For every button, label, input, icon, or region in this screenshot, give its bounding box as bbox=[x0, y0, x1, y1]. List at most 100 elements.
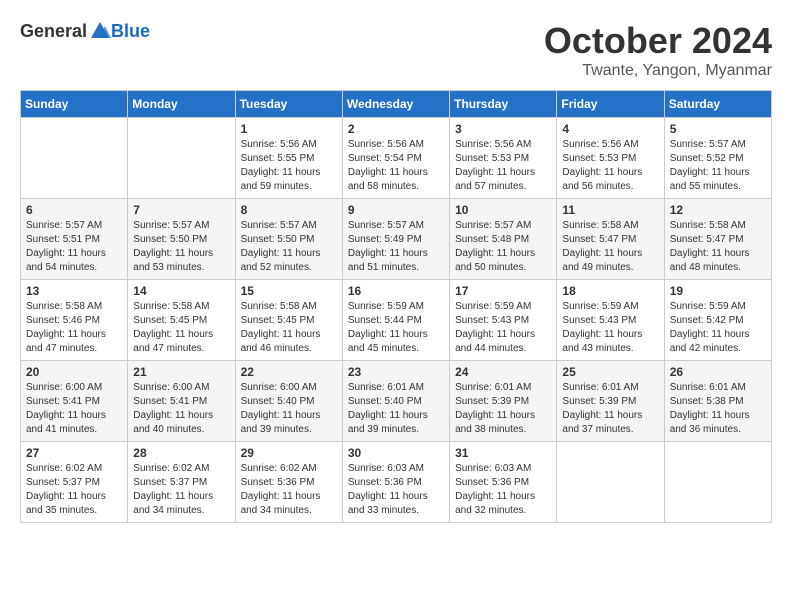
calendar-cell: 8 Sunrise: 5:57 AMSunset: 5:50 PMDaylight… bbox=[235, 199, 342, 280]
day-number: 11 bbox=[562, 203, 658, 217]
logo-text-general: General bbox=[20, 21, 87, 42]
day-number: 20 bbox=[26, 365, 122, 379]
day-info: Sunrise: 6:00 AMSunset: 5:40 PMDaylight:… bbox=[241, 381, 337, 437]
calendar-cell: 16Sunrise: 5:59 AMSunset: 5:44 PMDayligh… bbox=[342, 280, 449, 361]
day-number: 16 bbox=[348, 284, 444, 298]
calendar-cell: 31 Sunrise: 6:03 AMSunset: 5:36 PMDayligh… bbox=[450, 442, 557, 523]
calendar-cell: 26Sunrise: 6:01 AMSunset: 5:38 PMDayligh… bbox=[664, 361, 771, 442]
calendar: SundayMondayTuesdayWednesdayThursdayFrid… bbox=[20, 90, 772, 523]
weekday-header-monday: Monday bbox=[128, 91, 235, 118]
day-number: 9 bbox=[348, 203, 444, 217]
day-number: 24 bbox=[455, 365, 551, 379]
day-info: Sunrise: 5:56 AMSunset: 5:53 PMDaylight:… bbox=[455, 138, 551, 194]
day-number: 31 bbox=[455, 446, 551, 460]
calendar-cell: 15 Sunrise: 5:58 AMSunset: 5:45 PMDayligh… bbox=[235, 280, 342, 361]
day-info: Sunrise: 5:57 AMSunset: 5:50 PMDaylight:… bbox=[241, 219, 337, 275]
day-number: 4 bbox=[562, 122, 658, 136]
day-number: 3 bbox=[455, 122, 551, 136]
title-area: October 2024 Twante, Yangon, Myanmar bbox=[544, 20, 772, 80]
calendar-cell: 1Sunrise: 5:56 AMSunset: 5:55 PMDaylight… bbox=[235, 118, 342, 199]
day-info: Sunrise: 5:57 AMSunset: 5:48 PMDaylight:… bbox=[455, 219, 551, 275]
day-info: Sunrise: 6:02 AMSunset: 5:36 PMDaylight:… bbox=[241, 462, 337, 518]
day-info: Sunrise: 5:58 AMSunset: 5:47 PMDaylight:… bbox=[562, 219, 658, 275]
calendar-cell: 21Sunrise: 6:00 AMSunset: 5:41 PMDayligh… bbox=[128, 361, 235, 442]
calendar-cell: 9 Sunrise: 5:57 AMSunset: 5:49 PMDaylight… bbox=[342, 199, 449, 280]
page-header: General Blue October 2024 Twante, Yangon… bbox=[20, 20, 772, 80]
weekday-header-wednesday: Wednesday bbox=[342, 91, 449, 118]
day-info: Sunrise: 6:02 AMSunset: 5:37 PMDaylight:… bbox=[133, 462, 229, 518]
day-info: Sunrise: 5:59 AMSunset: 5:42 PMDaylight:… bbox=[670, 300, 766, 356]
day-number: 28 bbox=[133, 446, 229, 460]
day-number: 19 bbox=[670, 284, 766, 298]
day-info: Sunrise: 5:56 AMSunset: 5:54 PMDaylight:… bbox=[348, 138, 444, 194]
calendar-cell: 29 Sunrise: 6:02 AMSunset: 5:36 PMDayligh… bbox=[235, 442, 342, 523]
day-number: 2 bbox=[348, 122, 444, 136]
weekday-header-friday: Friday bbox=[557, 91, 664, 118]
calendar-cell: 23 Sunrise: 6:01 AMSunset: 5:40 PMDayligh… bbox=[342, 361, 449, 442]
weekday-header-sunday: Sunday bbox=[21, 91, 128, 118]
calendar-cell: 20Sunrise: 6:00 AMSunset: 5:41 PMDayligh… bbox=[21, 361, 128, 442]
calendar-cell: 28 Sunrise: 6:02 AMSunset: 5:37 PMDayligh… bbox=[128, 442, 235, 523]
logo: General Blue bbox=[20, 20, 150, 42]
calendar-cell: 18 Sunrise: 5:59 AMSunset: 5:43 PMDayligh… bbox=[557, 280, 664, 361]
calendar-cell: 2 Sunrise: 5:56 AMSunset: 5:54 PMDaylight… bbox=[342, 118, 449, 199]
calendar-cell: 19 Sunrise: 5:59 AMSunset: 5:42 PMDayligh… bbox=[664, 280, 771, 361]
calendar-cell bbox=[128, 118, 235, 199]
day-number: 10 bbox=[455, 203, 551, 217]
day-number: 23 bbox=[348, 365, 444, 379]
calendar-cell: 17Sunrise: 5:59 AMSunset: 5:43 PMDayligh… bbox=[450, 280, 557, 361]
calendar-cell: 6 Sunrise: 5:57 AMSunset: 5:51 PMDaylight… bbox=[21, 199, 128, 280]
calendar-cell: 22 Sunrise: 6:00 AMSunset: 5:40 PMDayligh… bbox=[235, 361, 342, 442]
day-info: Sunrise: 5:57 AMSunset: 5:52 PMDaylight:… bbox=[670, 138, 766, 194]
day-info: Sunrise: 6:03 AMSunset: 5:36 PMDaylight:… bbox=[348, 462, 444, 518]
day-info: Sunrise: 6:00 AMSunset: 5:41 PMDaylight:… bbox=[133, 381, 229, 437]
calendar-cell: 30 Sunrise: 6:03 AMSunset: 5:36 PMDayligh… bbox=[342, 442, 449, 523]
calendar-cell bbox=[557, 442, 664, 523]
logo-icon bbox=[89, 20, 111, 42]
calendar-cell: 3 Sunrise: 5:56 AMSunset: 5:53 PMDaylight… bbox=[450, 118, 557, 199]
day-info: Sunrise: 6:01 AMSunset: 5:39 PMDaylight:… bbox=[455, 381, 551, 437]
day-number: 22 bbox=[241, 365, 337, 379]
day-info: Sunrise: 5:59 AMSunset: 5:43 PMDaylight:… bbox=[562, 300, 658, 356]
day-number: 7 bbox=[133, 203, 229, 217]
day-info: Sunrise: 5:58 AMSunset: 5:46 PMDaylight:… bbox=[26, 300, 122, 356]
day-number: 25 bbox=[562, 365, 658, 379]
day-number: 5 bbox=[670, 122, 766, 136]
day-number: 27 bbox=[26, 446, 122, 460]
day-info: Sunrise: 6:03 AMSunset: 5:36 PMDaylight:… bbox=[455, 462, 551, 518]
day-info: Sunrise: 5:57 AMSunset: 5:49 PMDaylight:… bbox=[348, 219, 444, 275]
day-number: 13 bbox=[26, 284, 122, 298]
day-info: Sunrise: 6:01 AMSunset: 5:40 PMDaylight:… bbox=[348, 381, 444, 437]
calendar-cell: 12 Sunrise: 5:58 AMSunset: 5:47 PMDayligh… bbox=[664, 199, 771, 280]
month-title: October 2024 bbox=[544, 20, 772, 62]
calendar-cell: 5 Sunrise: 5:57 AMSunset: 5:52 PMDaylight… bbox=[664, 118, 771, 199]
day-info: Sunrise: 5:58 AMSunset: 5:45 PMDaylight:… bbox=[133, 300, 229, 356]
day-number: 6 bbox=[26, 203, 122, 217]
location: Twante, Yangon, Myanmar bbox=[544, 62, 772, 80]
weekday-header-thursday: Thursday bbox=[450, 91, 557, 118]
day-info: Sunrise: 5:59 AMSunset: 5:43 PMDaylight:… bbox=[455, 300, 551, 356]
day-number: 30 bbox=[348, 446, 444, 460]
day-info: Sunrise: 5:58 AMSunset: 5:45 PMDaylight:… bbox=[241, 300, 337, 356]
calendar-cell: 11 Sunrise: 5:58 AMSunset: 5:47 PMDayligh… bbox=[557, 199, 664, 280]
day-number: 29 bbox=[241, 446, 337, 460]
logo-text-blue: Blue bbox=[111, 21, 150, 42]
weekday-header-saturday: Saturday bbox=[664, 91, 771, 118]
day-number: 15 bbox=[241, 284, 337, 298]
day-number: 12 bbox=[670, 203, 766, 217]
calendar-cell: 4 Sunrise: 5:56 AMSunset: 5:53 PMDaylight… bbox=[557, 118, 664, 199]
calendar-cell: 24 Sunrise: 6:01 AMSunset: 5:39 PMDayligh… bbox=[450, 361, 557, 442]
day-info: Sunrise: 5:58 AMSunset: 5:47 PMDaylight:… bbox=[670, 219, 766, 275]
day-number: 8 bbox=[241, 203, 337, 217]
day-info: Sunrise: 6:01 AMSunset: 5:39 PMDaylight:… bbox=[562, 381, 658, 437]
day-number: 14 bbox=[133, 284, 229, 298]
calendar-cell: 27Sunrise: 6:02 AMSunset: 5:37 PMDayligh… bbox=[21, 442, 128, 523]
weekday-header-tuesday: Tuesday bbox=[235, 91, 342, 118]
calendar-cell: 10 Sunrise: 5:57 AMSunset: 5:48 PMDayligh… bbox=[450, 199, 557, 280]
calendar-cell bbox=[21, 118, 128, 199]
day-info: Sunrise: 5:56 AMSunset: 5:53 PMDaylight:… bbox=[562, 138, 658, 194]
calendar-cell: 14 Sunrise: 5:58 AMSunset: 5:45 PMDayligh… bbox=[128, 280, 235, 361]
calendar-cell: 7Sunrise: 5:57 AMSunset: 5:50 PMDaylight… bbox=[128, 199, 235, 280]
day-info: Sunrise: 5:57 AMSunset: 5:51 PMDaylight:… bbox=[26, 219, 122, 275]
day-number: 18 bbox=[562, 284, 658, 298]
